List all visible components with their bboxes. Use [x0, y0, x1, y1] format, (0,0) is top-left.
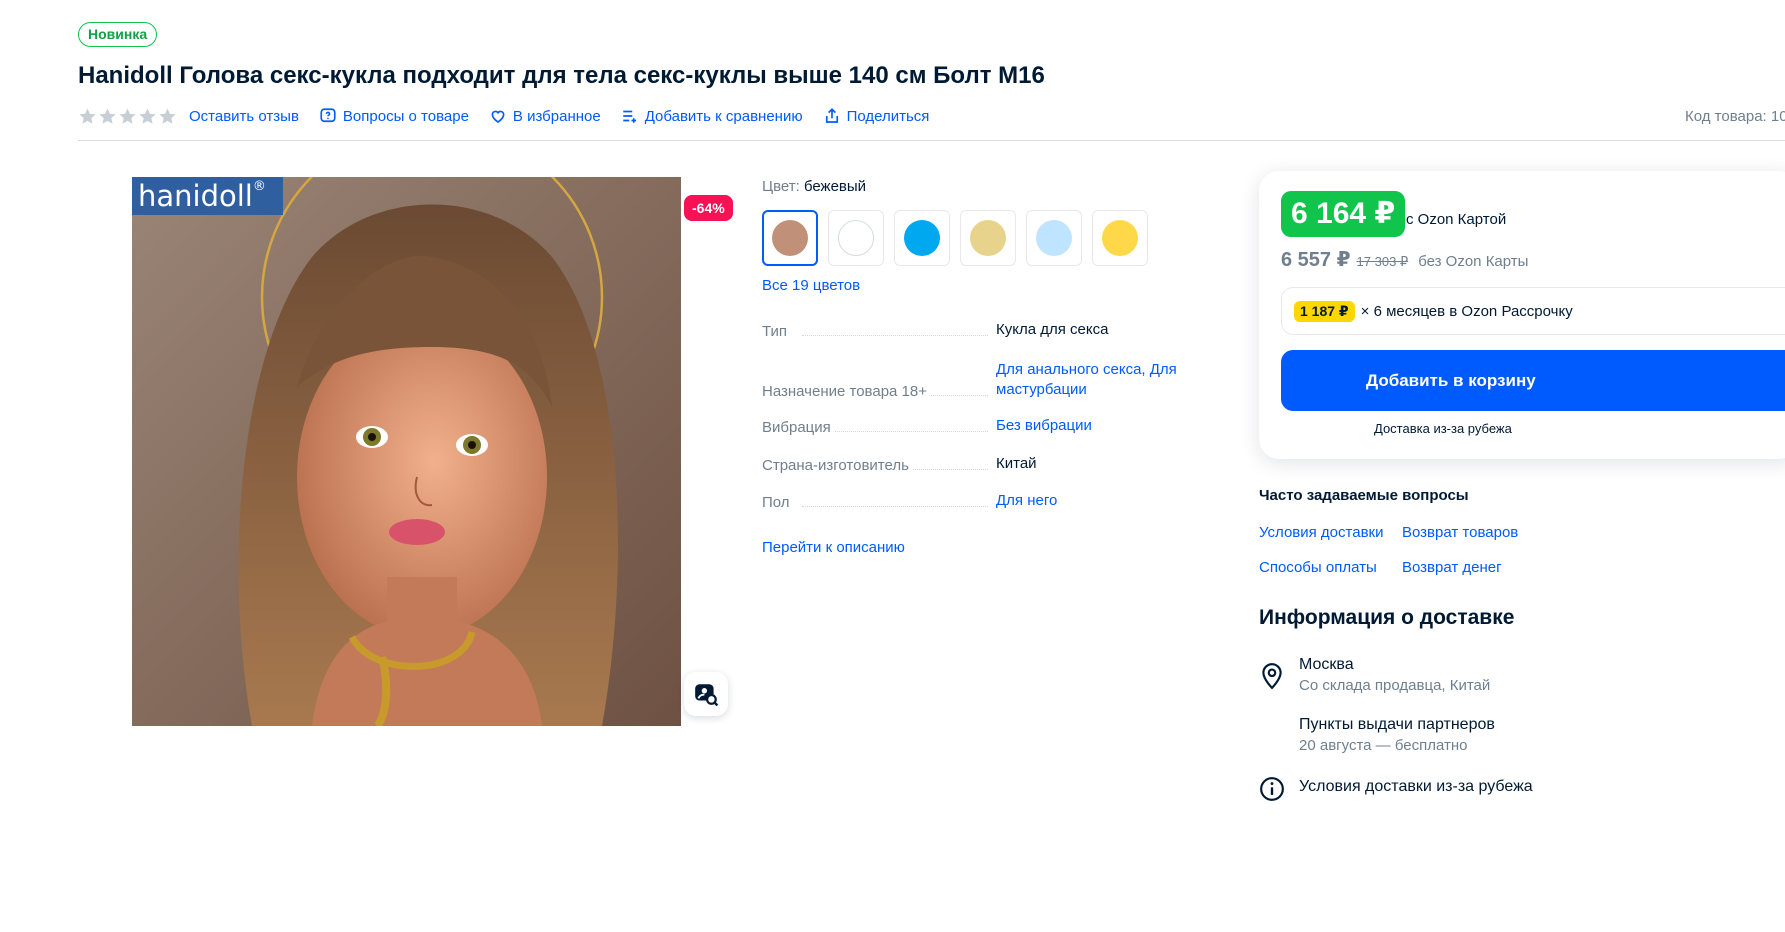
spec-value[interactable]: Для него [996, 491, 1192, 511]
color-swatch-dot [904, 220, 940, 256]
spec-leader-dots [802, 506, 988, 507]
color-swatch[interactable] [894, 210, 950, 266]
star-icon [119, 108, 136, 124]
pickup-date: 20 августа — бесплатно [1299, 737, 1468, 754]
delivery-city: Москва [1299, 656, 1354, 673]
delivery-city-sub: Со склада продавца, Китай [1299, 677, 1491, 694]
brand-logo: hanidoll® [132, 177, 283, 215]
faq-delivery-terms-link[interactable]: Условия доставки [1259, 524, 1383, 541]
color-swatch-dot [772, 220, 808, 256]
regular-price-label: без Ozon Карты [1418, 253, 1529, 270]
page-title: Hanidoll Голова секс-кукла подходит для … [78, 62, 1045, 89]
spec-row: Назначение товара 18+ Для анального секса… [762, 360, 1192, 400]
delivery-info-title: Информация о доставке [1259, 606, 1515, 629]
faq-refund-link[interactable]: Возврат денег [1402, 559, 1502, 576]
spec-key: Тип [762, 323, 996, 340]
product-actions-bar: Оставить отзыв Вопросы о товаре В избран… [78, 106, 949, 126]
leave-review-link[interactable]: Оставить отзыв [189, 108, 299, 125]
star-icon [99, 108, 116, 124]
heart-icon [491, 110, 505, 123]
old-price: 17 303 ₽ [1356, 254, 1409, 269]
star-icon [139, 108, 156, 124]
color-swatch-dot [1102, 220, 1138, 256]
product-photo[interactable]: hanidoll® [132, 177, 681, 726]
spec-leader-dots [802, 335, 988, 336]
spec-key: Назначение товара 18+ [762, 383, 996, 400]
card-price: 6 164 ₽ [1281, 191, 1406, 237]
compare-icon [622, 110, 636, 123]
spec-key-label: Назначение товара 18+ [762, 383, 931, 400]
spec-value[interactable]: Для анального секса, Для мастурбации [996, 360, 1192, 400]
card-price-label: с Ozon Картой [1406, 211, 1507, 228]
image-search-icon [695, 684, 719, 707]
faq-payment-methods-link[interactable]: Способы оплаты [1259, 559, 1377, 576]
regular-price-row: 6 557 ₽ 17 303 ₽ без Ozon Карты [1281, 247, 1528, 272]
color-swatch[interactable] [762, 210, 818, 266]
color-swatch-dot [1036, 220, 1072, 256]
spec-key-label: Вибрация [762, 419, 835, 436]
selected-color: бежевый [803, 178, 867, 195]
color-swatch[interactable] [828, 210, 884, 266]
color-swatch-dot [838, 220, 874, 256]
share-link[interactable]: Поделиться [823, 107, 929, 125]
rating-stars[interactable] [78, 107, 177, 126]
add-to-compare-link[interactable]: Добавить к сравнению [621, 107, 803, 125]
spec-row: Пол Для него [762, 491, 1192, 511]
faq-returns-link[interactable]: Возврат товаров [1402, 524, 1518, 541]
price-card: 6 164 ₽ с Ozon Картой 6 557 ₽ 17 303 ₽ б… [1259, 171, 1785, 459]
product-photo-image [132, 177, 681, 726]
question-icon [320, 108, 336, 123]
spec-value: Кукла для секса [996, 321, 1109, 338]
questions-link[interactable]: Вопросы о товаре [319, 107, 469, 125]
spec-key: Пол [762, 494, 996, 511]
add-to-favorites-link[interactable]: В избранное [489, 107, 601, 125]
info-icon [1260, 777, 1284, 801]
color-swatch[interactable] [1026, 210, 1082, 266]
spec-value[interactable]: Без вибрации [996, 416, 1192, 436]
spec-value: Китай [996, 455, 1037, 472]
regular-price: 6 557 ₽ [1281, 249, 1351, 271]
installment-amount: 1 187 ₽ [1294, 300, 1355, 322]
new-badge: Новинка [78, 22, 158, 47]
image-search-button[interactable] [684, 672, 728, 716]
installment-offer[interactable]: 1 187 ₽ × 6 месяцев в Ozon Рассрочку [1281, 287, 1785, 335]
location-pin-icon [1262, 663, 1282, 690]
spec-row: Тип Кукла для секса [762, 320, 1192, 340]
discount-badge: -64% [684, 195, 733, 221]
star-icon [159, 108, 176, 124]
spec-key-label: Пол [762, 494, 794, 511]
color-swatch-dot [970, 220, 1006, 256]
spec-key-label: Тип [762, 323, 792, 340]
spec-key-label: Страна-изготовитель [762, 457, 913, 474]
spec-row: Вибрация Без вибрации [762, 416, 1192, 436]
installment-text: × 6 месяцев в Ozon Рассрочку [1360, 302, 1573, 320]
sku-code: Код товара: 10 [1685, 108, 1785, 125]
spec-row: Страна-изготовитель Китай [762, 454, 1192, 474]
pickup-points: Пункты выдачи партнеров [1299, 716, 1495, 733]
color-label: Цвет: бежевый [762, 178, 867, 195]
share-icon [825, 108, 838, 123]
all-colors-link[interactable]: Все 19 цветов [762, 277, 860, 294]
spec-key: Вибрация [762, 419, 996, 436]
faq-title: Часто задаваемые вопросы [1259, 487, 1469, 504]
star-icon [79, 108, 96, 124]
color-swatch[interactable] [960, 210, 1016, 266]
header-divider [78, 140, 1785, 141]
spec-key: Страна-изготовитель [762, 457, 996, 474]
delivery-note: Доставка из-за рубежа [1374, 421, 1512, 436]
go-to-description-link[interactable]: Перейти к описанию [762, 539, 905, 556]
add-to-cart-button[interactable]: Добавить в корзину [1281, 350, 1785, 411]
color-swatch[interactable] [1092, 210, 1148, 266]
abroad-terms: Условия доставки из-за рубежа [1299, 778, 1533, 795]
color-swatches [762, 210, 1148, 266]
